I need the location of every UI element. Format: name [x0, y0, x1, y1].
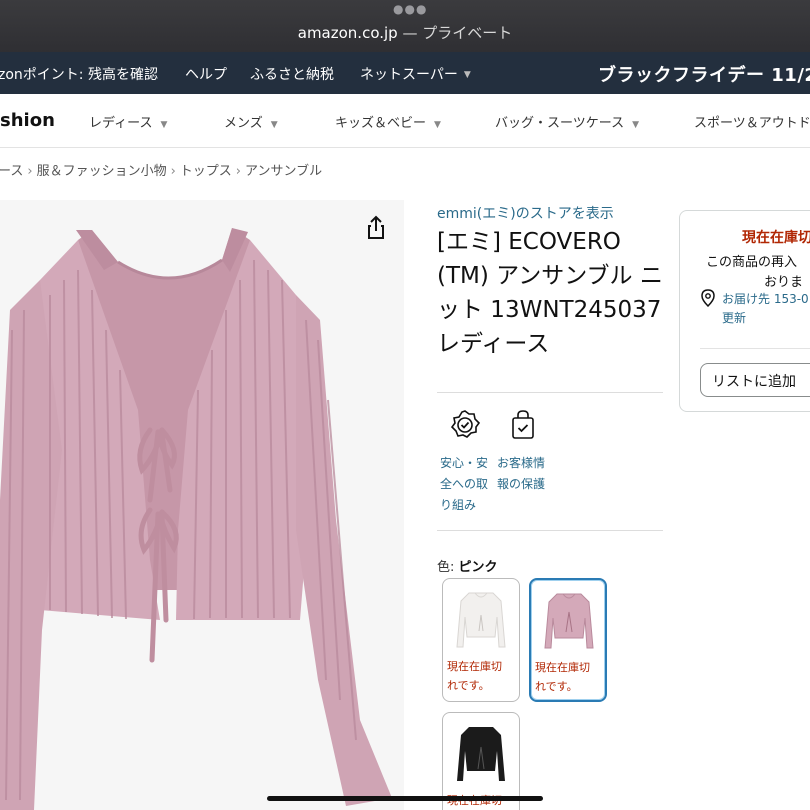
- oos-line: れです。: [447, 679, 490, 692]
- status-indicator: ): [0, 3, 1, 18]
- category-kids[interactable]: キッズ＆ベビー ▼: [335, 112, 441, 131]
- swatch-white[interactable]: 現在在庫切 れです。: [442, 578, 520, 702]
- amazon-top-nav: zonポイント: 残高を確認 ヘルプ ふるさと納税 ネットスーパー ▼ ブラックフ…: [0, 52, 810, 94]
- location-pin-icon: [701, 289, 715, 307]
- caret-down-icon: ▼: [270, 120, 278, 130]
- stock-status: 現在在庫切: [742, 230, 810, 246]
- page: ) ●●● amazon.co.jp — プライベート zonポイント: 残高を…: [0, 0, 810, 810]
- category-bags[interactable]: バッグ・スーツケース ▼: [495, 112, 639, 131]
- category-sports[interactable]: スポーツ＆アウトド: [694, 112, 810, 131]
- nav-points-link[interactable]: zonポイント: 残高を確認: [0, 64, 158, 84]
- breadcrumb-separator: ›: [27, 164, 33, 179]
- swatch-pink[interactable]: 現在在庫切 れです。: [529, 578, 607, 702]
- category-ladies[interactable]: レディース ▼: [89, 112, 167, 131]
- shopping-bag-check-icon[interactable]: [506, 408, 540, 442]
- restock-note-line: この商品の再入: [706, 255, 798, 270]
- fashion-logo[interactable]: shion: [0, 110, 55, 131]
- selected-color-value: ピンク: [458, 560, 498, 575]
- divider: [700, 348, 810, 349]
- product-image[interactable]: [0, 200, 404, 810]
- caret-down-icon: ▼: [632, 120, 640, 130]
- fashion-sub-nav: shion レディース ▼ メンズ ▼ キッズ＆ベビー ▼ バッグ・スーツケース ▼ ス…: [0, 94, 810, 148]
- buy-box: 現在在庫切 この商品の再入 おりま お届け先 153-0 更新 リストに追加: [679, 210, 810, 412]
- white-cardigan-thumbnail: [456, 592, 506, 648]
- black-cardigan-thumbnail: [457, 727, 505, 781]
- badge-privacy-text[interactable]: お客様情 報の保護: [497, 453, 555, 495]
- shield-check-icon[interactable]: [448, 408, 482, 442]
- category-label: バッグ・スーツケース: [495, 116, 625, 131]
- cardigan-illustration: [0, 200, 404, 810]
- nav-net-super-link[interactable]: ネットスーパー ▼: [360, 64, 471, 84]
- pink-cardigan-thumbnail: [544, 593, 594, 649]
- breadcrumb-item[interactable]: トップス: [180, 164, 232, 179]
- tab-overview-dots-icon[interactable]: ●●●: [393, 2, 427, 16]
- badge-line: り組み: [440, 498, 477, 512]
- caret-down-icon: ▼: [463, 70, 471, 80]
- delivery-update-label: 更新: [722, 311, 747, 325]
- out-of-stock-text: 現在在庫切 れです。: [535, 658, 605, 696]
- badge-safety-text[interactable]: 安心・安 全への取 り組み: [440, 453, 498, 516]
- badge-line: 報の保護: [497, 477, 546, 491]
- oos-line: 現在在庫切: [447, 660, 502, 673]
- address-bar[interactable]: amazon.co.jp — プライベート: [0, 22, 810, 43]
- category-label: レディース: [89, 116, 153, 131]
- product-title: [エミ] ECOVERO (TM) アンサンブル ニット 13WNT245037…: [437, 229, 663, 357]
- out-of-stock-text: 現在在庫切 れです。: [447, 657, 519, 695]
- breadcrumb-item[interactable]: アンサンブル: [245, 164, 322, 179]
- home-indicator[interactable]: [267, 796, 543, 801]
- delivery-label: お届け先 153-0: [722, 292, 809, 306]
- category-label: メンズ: [224, 116, 263, 131]
- breadcrumb-item[interactable]: 服＆ファッション小物: [37, 164, 167, 179]
- category-label: スポーツ＆アウトド: [694, 116, 810, 131]
- color-label-prefix: 色:: [437, 560, 459, 575]
- badge-line: 全への取: [440, 477, 489, 491]
- store-link[interactable]: emmi(エミ)のストアを表示: [437, 203, 614, 223]
- color-selection-label: 色: ピンク: [437, 556, 498, 575]
- browser-toolbar: ) ●●● amazon.co.jp — プライベート: [0, 0, 810, 52]
- nav-furusato-link[interactable]: ふるさと納税: [250, 64, 334, 84]
- caret-down-icon: ▼: [434, 120, 441, 130]
- category-label: キッズ＆ベビー: [335, 116, 427, 131]
- divider: [437, 392, 663, 393]
- black-friday-banner[interactable]: ブラックフライデー 11/24(: [598, 61, 810, 87]
- oos-line: 現在在庫切: [535, 661, 590, 674]
- nav-help-link[interactable]: ヘルプ: [185, 64, 227, 84]
- badge-line: 安心・安: [440, 456, 489, 470]
- caret-down-icon: ▼: [160, 120, 168, 130]
- category-mens[interactable]: メンズ ▼: [224, 112, 278, 131]
- delivery-location-link[interactable]: お届け先 153-0 更新: [722, 290, 809, 328]
- oos-line: れです。: [535, 680, 578, 693]
- url-domain: amazon.co.jp: [297, 24, 398, 42]
- badge-line: お客様情: [497, 456, 546, 470]
- breadcrumb-item[interactable]: ース: [0, 164, 23, 179]
- breadcrumb: ース › 服＆ファッション小物 › トップス › アンサンブル: [0, 160, 322, 179]
- restock-note-line: おりま: [764, 275, 804, 290]
- nav-net-super-label: ネットスーパー: [360, 67, 458, 83]
- private-mode-label: — プライベート: [397, 24, 513, 42]
- add-to-list-button[interactable]: リストに追加: [700, 363, 810, 397]
- divider: [437, 530, 663, 531]
- breadcrumb-separator: ›: [170, 164, 176, 179]
- breadcrumb-separator: ›: [235, 164, 241, 179]
- share-icon[interactable]: [362, 214, 390, 242]
